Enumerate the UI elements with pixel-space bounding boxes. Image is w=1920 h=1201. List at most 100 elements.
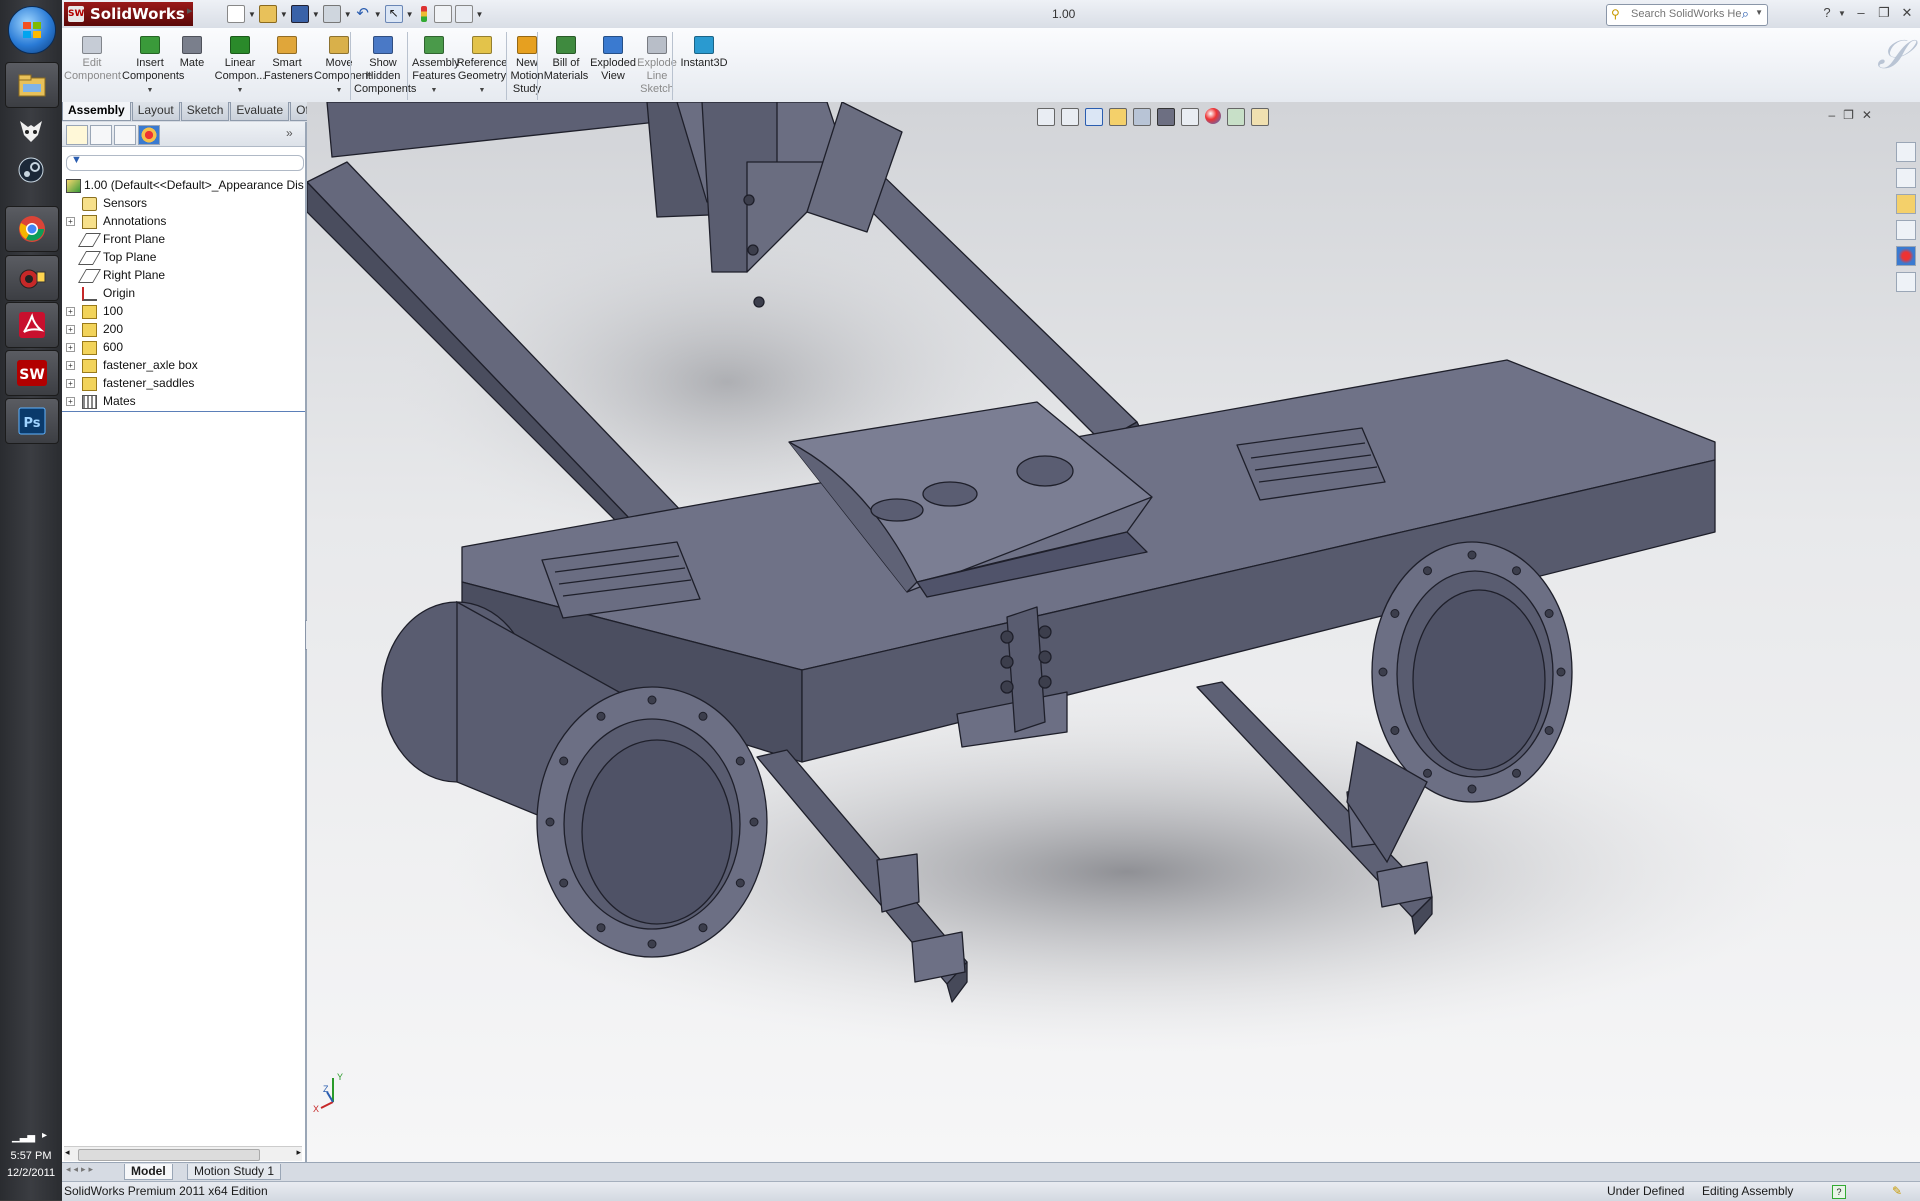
file-explorer-icon[interactable] [1896,194,1916,214]
linear-pattern-button[interactable]: Linear Compon... ▼ [212,30,268,97]
scroll-thumb[interactable] [78,1149,260,1161]
solidworks-menu-button[interactable]: SW SolidWorks [64,2,193,26]
save-dropdown-icon[interactable]: ▼ [312,10,320,19]
taskbar-chrome[interactable] [5,206,59,252]
taskbar-steam[interactable] [5,148,57,192]
taskbar-foxit[interactable] [5,108,57,152]
appearances-icon[interactable] [1896,246,1916,266]
smart-fasteners-button[interactable]: Smart Fasteners [264,30,313,83]
tree-node[interactable]: +600 [62,338,305,356]
print-dropdown-icon[interactable]: ▼ [344,10,352,19]
tree-node[interactable]: + Mates [62,392,305,410]
print-icon[interactable] [322,5,341,23]
search-go-icon[interactable]: ⌕ [1742,6,1749,22]
show-hidden-button[interactable]: Show Hidden Components [354,30,416,96]
status-pencil-icon[interactable]: ✎ [1892,1182,1902,1201]
edit-component-button[interactable]: Edit Component [64,30,121,83]
expand-icon[interactable]: + [66,307,75,316]
restore-button[interactable]: ❐ [1874,5,1894,21]
close-button[interactable]: ✕ [1897,5,1917,21]
tree-node[interactable]: + fastener_axle box [62,356,305,374]
tray-expand-icon[interactable]: ▸ [42,1130,47,1141]
expand-icon[interactable]: + [66,379,75,388]
status-help-icon[interactable]: ? [1832,1185,1846,1199]
tree-node[interactable]: + Annotations [62,212,305,230]
mate-button[interactable]: Mate [174,30,210,70]
tree-node[interactable]: Sensors [62,194,305,212]
open-dropdown-icon[interactable]: ▼ [280,10,288,19]
tree-node[interactable]: + fastener_saddles [62,374,305,392]
taskbar-photoshop[interactable]: Ps [5,398,59,444]
undo-dropdown-icon[interactable]: ▼ [374,10,382,19]
help-search-box[interactable]: ⚲ ⌕ ▼ [1606,4,1768,26]
display-manager-tab-icon[interactable] [138,125,160,145]
system-clock[interactable]: 5:57 PM 12/2/2011 [0,1148,62,1182]
tab-scroll-arrows-icon[interactable]: ◂◂▸▸ [66,1164,96,1175]
property-manager-tab-icon[interactable] [90,125,112,145]
tree-node[interactable]: Top Plane [62,248,305,266]
reference-geometry-button[interactable]: Reference Geometry ▼ [456,30,508,97]
help-search-input[interactable] [1629,7,1743,21]
scroll-left-icon[interactable]: ◂ [65,1147,70,1158]
taskbar-network-app[interactable] [5,255,59,301]
options-icon[interactable] [454,5,473,23]
expand-icon[interactable]: + [66,217,75,226]
tree-node[interactable]: Right Plane [62,266,305,284]
solidworks-resources-icon[interactable] [1896,142,1916,162]
tree-node[interactable]: 1.00 (Default<<Default>_Appearance Dis [62,176,305,194]
help-dropdown-icon[interactable]: ▼ [1832,9,1852,18]
tab-motion-study-1[interactable]: Motion Study 1 [187,1164,282,1180]
tree-node[interactable]: +200 [62,320,305,338]
command-dropdown-icon[interactable]: ▼ [456,84,508,97]
tree-horizontal-scrollbar[interactable]: ◂ ▸ [64,1146,302,1161]
signal-icon[interactable]: ▁▃▅ [12,1132,35,1143]
assembly-features-button[interactable]: Assembly Features ▼ [412,30,460,97]
rebuild-icon[interactable] [420,6,427,22]
select-dropdown-icon[interactable]: ▼ [406,10,414,19]
motion-study-button[interactable]: New Motion Study [508,30,546,96]
tab-layout[interactable]: Layout [131,102,180,121]
expand-icon[interactable]: + [66,397,75,406]
taskbar-acrobat[interactable] [5,302,59,348]
tree-node[interactable]: Origin [62,284,305,302]
command-dropdown-icon[interactable]: ▼ [122,84,178,97]
undo-icon[interactable]: ↶ [355,6,371,22]
tree-filter[interactable]: ▼ [66,154,304,171]
taskbar-explorer[interactable] [5,62,59,108]
select-icon[interactable]: ↖ [384,5,403,23]
expand-panel-icon[interactable]: » [286,126,293,140]
bom-button[interactable]: Bill of Materials [542,30,590,83]
file-properties-icon[interactable] [433,5,452,23]
new-dropdown-icon[interactable]: ▼ [248,10,256,19]
save-icon[interactable] [290,5,309,23]
tree-node[interactable]: Front Plane [62,230,305,248]
tab-evaluate[interactable]: Evaluate [230,102,290,121]
insert-components-button[interactable]: Insert Components ▼ [122,30,184,97]
tree-rollback-bar[interactable] [62,411,305,412]
new-document-icon[interactable] [227,5,245,23]
start-button[interactable] [8,6,56,54]
command-dropdown-icon[interactable]: ▼ [412,84,456,97]
configuration-manager-tab-icon[interactable] [114,125,136,145]
options-dropdown-icon[interactable]: ▼ [476,10,484,19]
tab-model[interactable]: Model [124,1164,173,1180]
view-palette-icon[interactable] [1896,220,1916,240]
expand-icon[interactable]: + [66,325,75,334]
taskbar-solidworks[interactable]: SW [5,350,59,396]
assembly-model[interactable] [307,102,1920,1162]
feature-manager-tab-icon[interactable] [66,125,88,145]
tab-assembly[interactable]: Assembly [62,102,131,121]
custom-properties-icon[interactable] [1896,272,1916,292]
design-library-icon[interactable] [1896,168,1916,188]
minimize-button[interactable]: – [1851,5,1871,20]
scroll-right-icon[interactable]: ▸ [296,1147,301,1158]
expand-icon[interactable]: + [66,343,75,352]
instant3d-button[interactable]: Instant3D [674,30,734,70]
exploded-view-button[interactable]: Exploded View [590,30,636,83]
expand-icon[interactable]: + [66,361,75,370]
graphics-area[interactable]: –❐✕ Y X Z [307,102,1920,1162]
search-dropdown-icon[interactable]: ▼ [1755,8,1763,17]
open-icon[interactable] [258,5,277,23]
tab-sketch[interactable]: Sketch [180,102,230,121]
command-dropdown-icon[interactable]: ▼ [212,84,268,97]
